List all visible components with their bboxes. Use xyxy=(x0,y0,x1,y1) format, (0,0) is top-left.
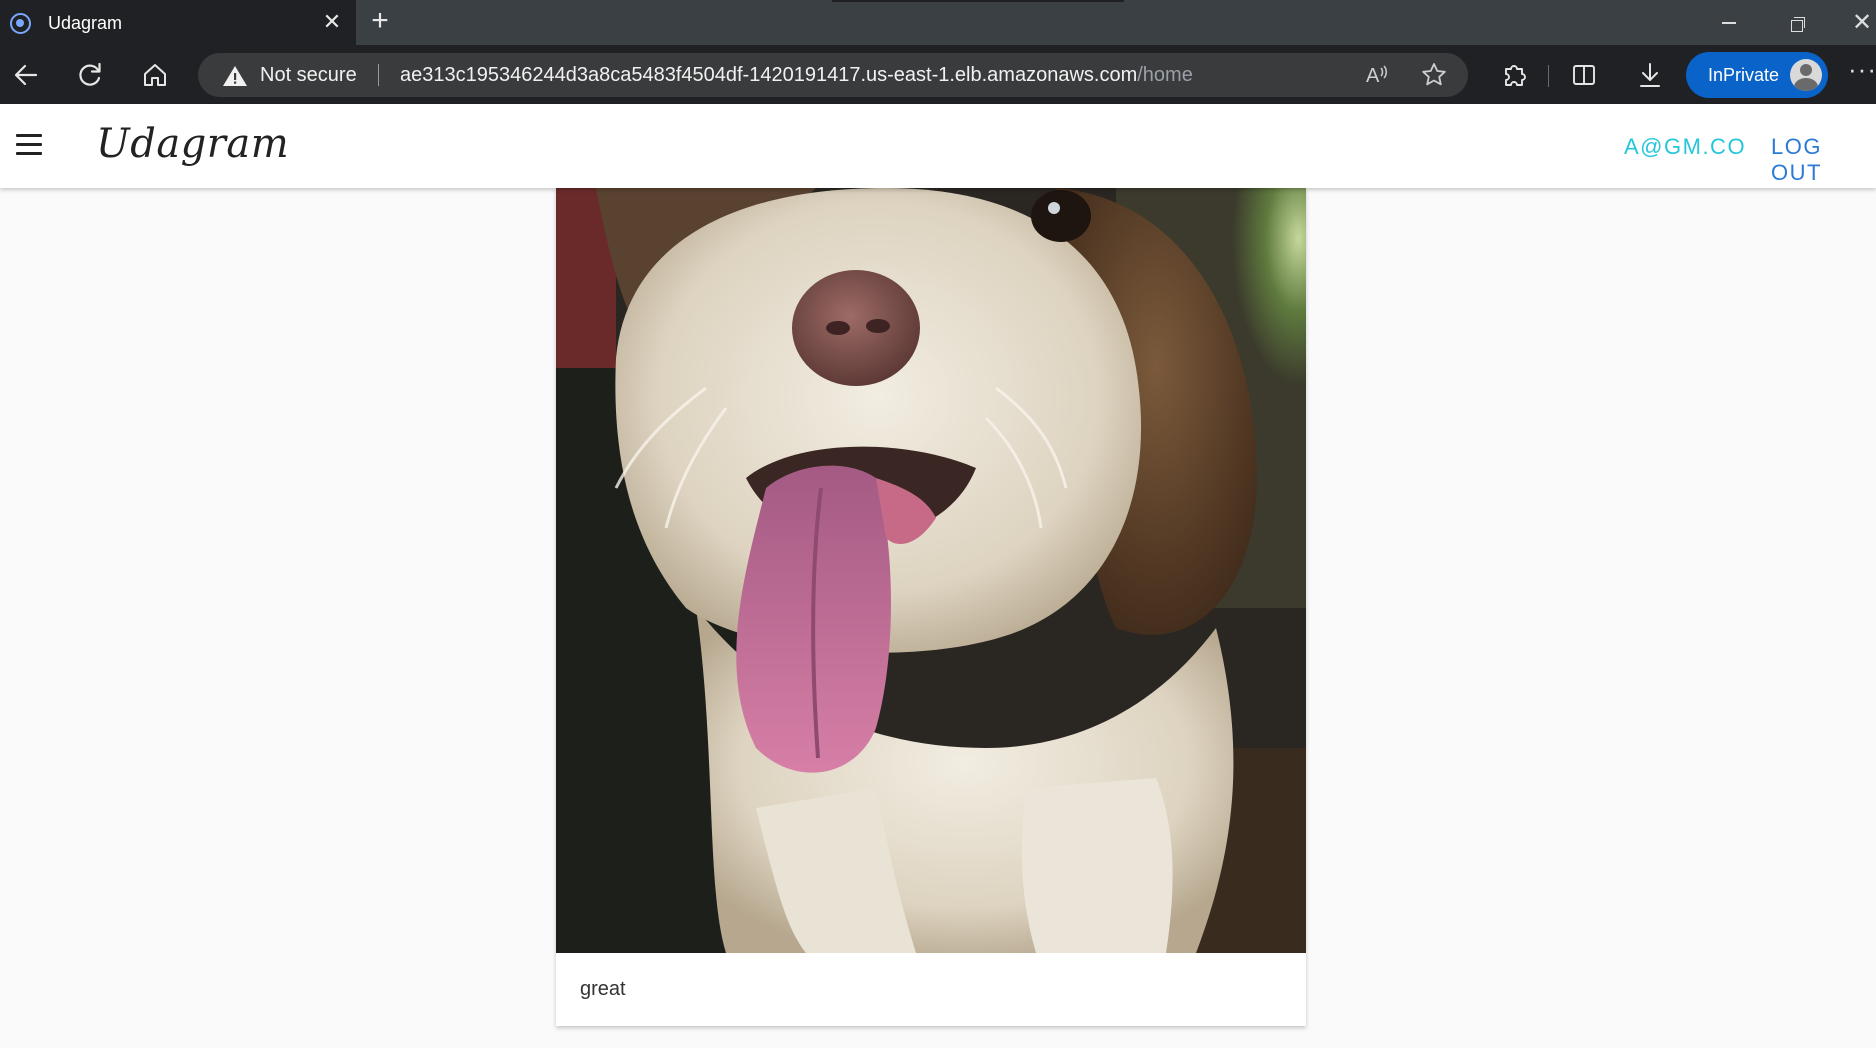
tab-favicon-icon xyxy=(10,13,31,34)
url-path: /home xyxy=(1137,64,1193,86)
tab-close-icon[interactable]: ✕ xyxy=(318,8,346,36)
back-icon[interactable] xyxy=(8,57,44,93)
address-bar[interactable]: Not secure ae313c195346244d3a8ca5483f450… xyxy=(198,53,1468,97)
tab-drag-area xyxy=(832,0,1124,2)
menu-icon[interactable] xyxy=(14,132,44,158)
security-label[interactable]: Not secure xyxy=(260,64,357,87)
refresh-icon[interactable] xyxy=(72,57,108,93)
svg-text:A: A xyxy=(1366,65,1380,87)
browser-toolbar: Not secure ae313c195346244d3a8ca5483f450… xyxy=(0,45,1876,104)
url-text[interactable]: ae313c195346244d3a8ca5483f4504df-1420191… xyxy=(400,64,1193,87)
warning-icon[interactable] xyxy=(222,64,248,93)
logout-button[interactable]: LOG OUT xyxy=(1771,134,1876,186)
toolbar-divider xyxy=(1548,65,1549,87)
more-menu-icon[interactable]: ··· xyxy=(1848,56,1876,82)
feed-item-card: great xyxy=(556,188,1306,1026)
window-close-icon[interactable]: ✕ xyxy=(1852,8,1876,38)
extensions-icon[interactable] xyxy=(1496,57,1532,93)
user-email-link[interactable]: A@GM.CO xyxy=(1624,134,1746,160)
read-aloud-icon[interactable]: A xyxy=(1358,57,1394,93)
omnibox-divider xyxy=(378,64,379,86)
feed-item-photo xyxy=(556,188,1306,953)
inprivate-button[interactable]: InPrivate xyxy=(1686,52,1828,98)
brand-logo[interactable]: Udagram xyxy=(96,121,289,167)
minimize-icon[interactable] xyxy=(1714,8,1744,38)
browser-tabbar: Udagram ✕ + ✕ xyxy=(0,0,1876,45)
browser-tab[interactable]: Udagram ✕ xyxy=(0,0,356,45)
new-tab-icon[interactable]: + xyxy=(364,6,396,38)
restore-icon[interactable] xyxy=(1782,8,1812,38)
url-host: ae313c195346244d3a8ca5483f4504df-1420191… xyxy=(400,64,1138,86)
app-header: Udagram A@GM.CO LOG OUT xyxy=(0,104,1876,188)
favorite-icon[interactable] xyxy=(1416,57,1452,93)
download-icon[interactable] xyxy=(1632,57,1668,93)
feed-item-caption: great xyxy=(580,978,626,1000)
split-screen-icon[interactable] xyxy=(1566,57,1602,93)
home-icon[interactable] xyxy=(137,57,173,93)
tab-title: Udagram xyxy=(48,13,123,33)
inprivate-label: InPrivate xyxy=(1708,65,1780,85)
profile-avatar-icon xyxy=(1790,59,1822,91)
